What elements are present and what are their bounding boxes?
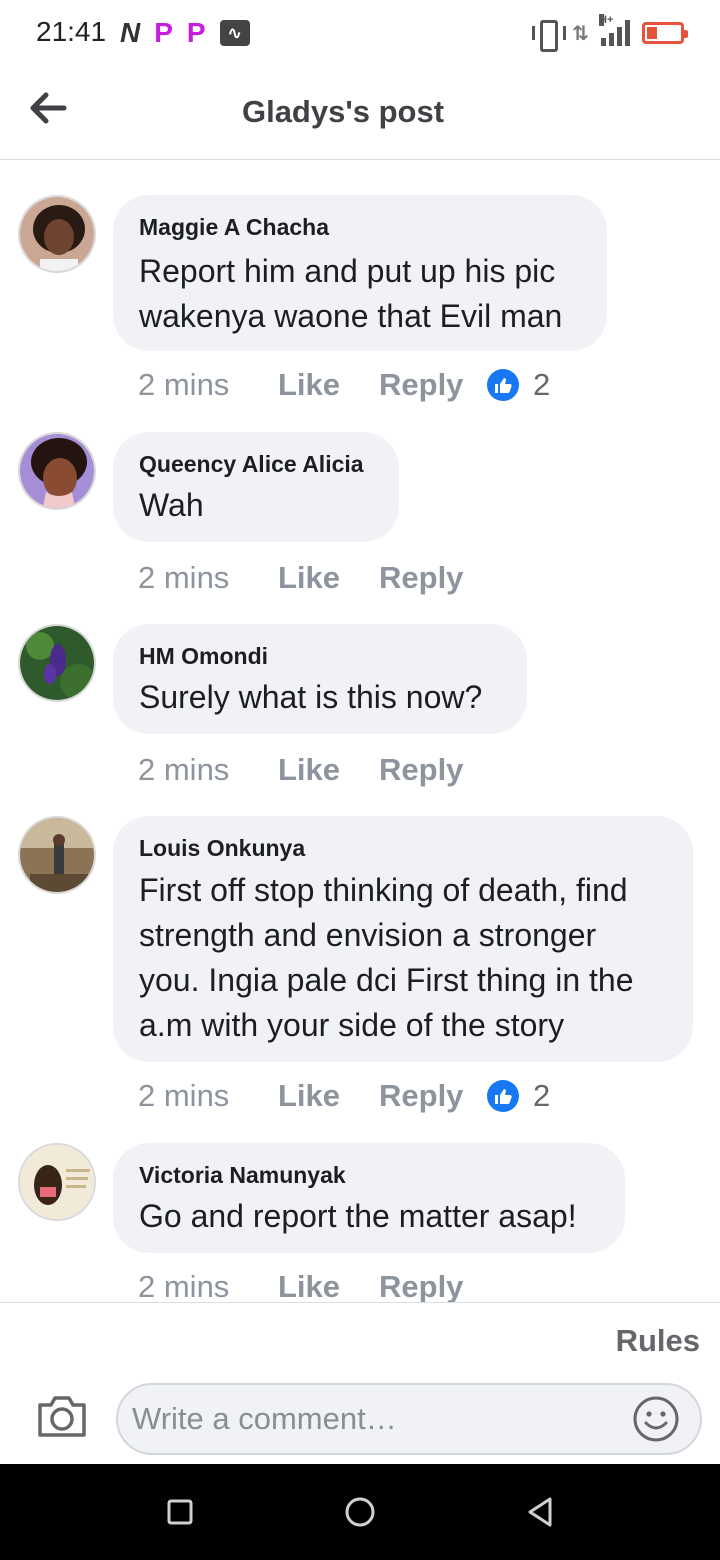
signal-icon: H+ bbox=[599, 14, 630, 46]
avatar[interactable] bbox=[18, 432, 96, 510]
activity-icon: ∿ bbox=[219, 20, 250, 46]
comment-time[interactable]: 2 mins bbox=[138, 1078, 278, 1114]
reaction-count: 2 bbox=[533, 367, 551, 402]
comment-time[interactable]: 2 mins bbox=[138, 560, 278, 596]
comment-author[interactable]: Louis Onkunya bbox=[139, 833, 667, 863]
reply-button[interactable]: Reply bbox=[379, 1078, 487, 1114]
comment-time[interactable]: 2 mins bbox=[138, 1269, 278, 1302]
emoji-icon bbox=[633, 1396, 679, 1442]
p-icon: P bbox=[154, 17, 173, 48]
comment-bubble[interactable]: Victoria Namunyak Go and report the matt… bbox=[113, 1143, 625, 1253]
avatar[interactable] bbox=[18, 195, 96, 273]
recent-apps-button[interactable] bbox=[162, 1494, 198, 1530]
like-button[interactable]: Like bbox=[278, 560, 379, 596]
comment-actions: 2 mins Like Reply bbox=[138, 748, 487, 792]
comment-bubble[interactable]: Maggie A Chacha Report him and put up hi… bbox=[113, 195, 607, 351]
comment-bubble[interactable]: Queency Alice Alicia Wah bbox=[113, 432, 399, 542]
thumbs-up-icon bbox=[487, 1080, 519, 1112]
reply-button[interactable]: Reply bbox=[379, 1269, 487, 1302]
reactions-summary[interactable]: 2 bbox=[487, 367, 550, 403]
notification-icons: N P P ∿ bbox=[120, 18, 250, 48]
emoji-button[interactable] bbox=[632, 1395, 680, 1443]
avatar[interactable] bbox=[18, 1143, 96, 1221]
like-button[interactable]: Like bbox=[278, 367, 379, 403]
comment-text-line: wakenya waone that Evil man bbox=[139, 298, 563, 334]
n-icon: N bbox=[120, 17, 141, 48]
system-icons: ⇅ H+ bbox=[532, 14, 688, 52]
comment-author[interactable]: Maggie A Chacha bbox=[139, 212, 581, 242]
comment-time[interactable]: 2 mins bbox=[138, 367, 278, 403]
comment-text-line: First off stop thinking of death, find bbox=[139, 872, 628, 908]
comment-actions: 2 mins Like Reply 2 bbox=[138, 363, 550, 407]
comment-author[interactable]: Queency Alice Alicia bbox=[139, 449, 373, 479]
avatar[interactable] bbox=[18, 624, 96, 702]
comment-text-line: you. Ingia pale dci First thing in the bbox=[139, 962, 634, 998]
status-bar: 21:41 N P P ∿ ⇅ H+ bbox=[0, 0, 720, 64]
comment-text-line: Wah bbox=[139, 487, 204, 523]
comments-feed[interactable]: Maggie A Chacha Report him and put up hi… bbox=[0, 161, 720, 1302]
comment-text-line: Go and report the matter asap! bbox=[139, 1198, 577, 1234]
network-type: H+ bbox=[599, 14, 614, 26]
page-title: Gladys's post bbox=[241, 94, 445, 129]
system-back-button[interactable] bbox=[522, 1494, 558, 1530]
comment-composer: Rules bbox=[0, 1302, 720, 1464]
like-button[interactable]: Like bbox=[278, 752, 379, 788]
comment-author[interactable]: HM Omondi bbox=[139, 641, 501, 671]
comment-author[interactable]: Victoria Namunyak bbox=[139, 1160, 599, 1190]
home-button[interactable] bbox=[342, 1494, 378, 1530]
back-icon bbox=[528, 1497, 552, 1527]
comment-text-line: a.m with your side of the story bbox=[139, 1007, 565, 1043]
reply-button[interactable]: Reply bbox=[379, 367, 487, 403]
recent-apps-icon bbox=[167, 1499, 193, 1525]
comment-actions: 2 mins Like Reply 2 bbox=[138, 1074, 550, 1118]
comment-text-line: Surely what is this now? bbox=[139, 679, 483, 715]
like-button[interactable]: Like bbox=[278, 1078, 379, 1114]
comment-actions: 2 mins Like Reply bbox=[138, 556, 487, 600]
comment-actions: 2 mins Like Reply bbox=[138, 1265, 487, 1302]
rules-link[interactable]: Rules bbox=[616, 1323, 700, 1359]
vibrate-icon bbox=[532, 20, 567, 52]
reaction-count: 2 bbox=[533, 1078, 551, 1113]
app-header: Gladys's post bbox=[0, 64, 720, 160]
status-time: 21:41 bbox=[36, 16, 107, 47]
comment-time[interactable]: 2 mins bbox=[138, 752, 278, 788]
camera-icon bbox=[38, 1396, 86, 1437]
like-button[interactable]: Like bbox=[278, 1269, 379, 1302]
comment-bubble[interactable]: HM Omondi Surely what is this now? bbox=[113, 624, 527, 734]
thumbs-up-icon bbox=[487, 369, 519, 401]
reply-button[interactable]: Reply bbox=[379, 752, 487, 788]
comment-text-line: Report him and put up his pic bbox=[139, 253, 556, 289]
avatar[interactable] bbox=[18, 816, 96, 894]
p-icon: P bbox=[186, 17, 206, 48]
comment-text-line: strength and envision a stronger bbox=[139, 917, 597, 953]
reply-button[interactable]: Reply bbox=[379, 560, 487, 596]
system-nav-bar bbox=[0, 1464, 720, 1560]
reactions-summary[interactable]: 2 bbox=[487, 1078, 550, 1114]
comment-input[interactable] bbox=[116, 1383, 702, 1455]
comment-bubble[interactable]: Louis Onkunya First off stop thinking of… bbox=[113, 816, 693, 1062]
home-icon bbox=[345, 1497, 375, 1527]
data-arrows-icon: ⇅ bbox=[572, 22, 589, 45]
camera-button[interactable] bbox=[36, 1393, 88, 1439]
battery-icon bbox=[642, 22, 688, 44]
